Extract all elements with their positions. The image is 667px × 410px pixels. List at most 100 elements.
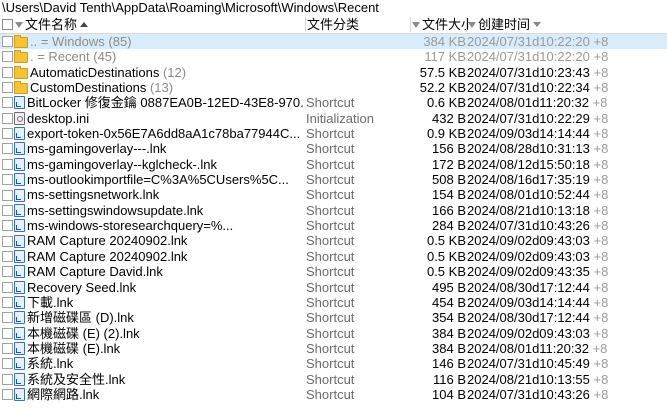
row-checkbox[interactable] (2, 189, 13, 201)
row-checkbox[interactable] (2, 220, 13, 232)
shortcut-file-icon (14, 387, 25, 401)
row-checkbox[interactable] (2, 82, 13, 94)
row-checkbox[interactable] (2, 296, 13, 308)
row-checkbox[interactable] (2, 97, 13, 109)
file-type: Shortcut (306, 126, 355, 142)
select-all-checkbox[interactable] (2, 19, 13, 31)
file-size: 432 B (432, 110, 466, 126)
file-name-cell: RAM Capture David.lnk (2, 264, 304, 279)
file-row[interactable]: ms-settingsnetwork.lnk Shortcut 154 B 2024/… (0, 187, 667, 202)
file-row[interactable]: export-token-0x56E7A6dd8aA1c78ba77944C..… (0, 126, 667, 141)
file-row[interactable]: ms-gamingoverlay---.lnk Shortcut 156 B 2024… (0, 141, 667, 156)
timezone-offset: +8 (593, 294, 609, 310)
column-type-header[interactable]: 文件分类 (307, 16, 409, 33)
created-time-cell: 2024/07/31d10:43:26 +8 (467, 218, 667, 233)
file-name-cell: 網際網路.lnk (2, 387, 304, 402)
row-checkbox[interactable] (2, 143, 13, 155)
file-row[interactable]: ms-outlookimportfile=C%3A%5CUsers%5C... S… (0, 172, 667, 187)
timezone-offset: +8 (593, 248, 609, 264)
row-checkbox[interactable] (2, 312, 13, 324)
created-time: 2024/08/01d10:52:44 (467, 187, 590, 203)
filter-icon[interactable] (468, 21, 476, 28)
timezone-offset: +8 (593, 110, 609, 126)
file-row[interactable]: AutomaticDestinations (12) 57.5 KB 2024/07… (0, 65, 667, 80)
file-size: 384 KB (423, 34, 466, 49)
file-name-cell: desktop.ini (2, 111, 304, 126)
timezone-offset: +8 (593, 126, 609, 142)
shortcut-file-icon (14, 157, 25, 171)
row-checkbox[interactable] (2, 327, 13, 339)
file-type: Shortcut (306, 233, 355, 249)
file-type: Shortcut (306, 141, 355, 157)
file-row[interactable]: 系統及安全性.lnk Shortcut 116 B 2024/08/21d10:13:… (0, 372, 667, 387)
row-checkbox[interactable] (2, 266, 13, 278)
file-name: . = Recent (30, 49, 90, 65)
column-divider[interactable] (305, 17, 306, 32)
path-bar[interactable]: \Users\David Tenth\AppData\Roaming\Micro… (0, 0, 667, 16)
file-size: 146 B (432, 356, 466, 372)
file-name: 下載.lnk (27, 294, 74, 310)
file-size: 104 B (432, 386, 466, 402)
row-checkbox[interactable] (2, 235, 13, 247)
row-checkbox[interactable] (2, 281, 13, 293)
file-row[interactable]: ms-windows-storesearchquery=%... Shortcut… (0, 218, 667, 233)
column-name-header[interactable]: 文件名称 (2, 16, 304, 33)
filter-icon[interactable] (412, 21, 420, 28)
file-row[interactable]: Recovery Seed.lnk Shortcut 495 B 2024/08/30… (0, 280, 667, 295)
row-checkbox[interactable] (2, 158, 13, 170)
file-name: desktop.ini (27, 110, 90, 126)
file-row[interactable]: ms-gamingoverlay--kglcheck-.lnk Shortcut 1… (0, 157, 667, 172)
file-row[interactable]: 網際網路.lnk Shortcut 104 B 2024/07/31d10:43:26… (0, 387, 667, 402)
file-name: 系統及安全性.lnk (27, 371, 126, 387)
created-time-cell: 2024/08/16d17:35:19 +8 (467, 172, 667, 187)
file-name: 本機磁碟 (E).lnk (27, 340, 121, 356)
file-row[interactable]: RAM Capture 20240902.lnk Shortcut 0.5 KB 20… (0, 249, 667, 264)
row-checkbox[interactable] (2, 250, 13, 262)
row-checkbox[interactable] (2, 51, 13, 63)
column-size-header[interactable]: 文件大小 (411, 16, 469, 33)
file-row[interactable]: 本機磁碟 (E).lnk Shortcut 384 B 2024/08/01d11:2… (0, 341, 667, 356)
file-type: Shortcut (306, 340, 355, 356)
created-time-cell: 2024/08/12d15:50:18 +8 (467, 157, 667, 172)
row-checkbox[interactable] (2, 66, 13, 78)
row-checkbox[interactable] (2, 358, 13, 370)
file-row[interactable]: RAM Capture David.lnk Shortcut 0.5 KB 2024/… (0, 264, 667, 279)
timezone-offset: +8 (593, 310, 609, 326)
created-time: 2024/08/30d17:12:44 (467, 279, 590, 295)
file-row[interactable]: RAM Capture 20240902.lnk Shortcut 0.5 KB 20… (0, 233, 667, 248)
file-size: 52.2 KB (419, 80, 466, 96)
file-row[interactable]: BitLocker 修復金鑰 0887EA0B-12ED-43E8-970...… (0, 95, 667, 110)
file-size: 156 B (432, 141, 466, 157)
created-time: 2024/09/02d09:43:03 (467, 233, 590, 249)
row-checkbox[interactable] (2, 373, 13, 385)
row-checkbox[interactable] (2, 342, 13, 354)
filter-icon[interactable] (15, 21, 23, 28)
file-type: Shortcut (306, 95, 355, 111)
file-size: 0.5 KB (426, 248, 466, 264)
row-checkbox[interactable] (2, 204, 13, 216)
row-checkbox[interactable] (2, 128, 13, 140)
file-type: Shortcut (306, 356, 355, 372)
row-checkbox[interactable] (2, 112, 13, 124)
row-checkbox[interactable] (2, 36, 13, 48)
file-type: Shortcut (306, 218, 355, 234)
timezone-offset: +8 (593, 356, 609, 372)
file-row[interactable]: .. = Windows (85) 384 KB 2024/07/31d10:22:… (0, 34, 667, 50)
column-date-header[interactable]: 创建时间 (467, 16, 587, 33)
created-time-cell: 2024/07/31d10:22:29 +8 (467, 111, 667, 126)
file-row[interactable]: CustomDestinations (13) 52.2 KB 2024/07/31… (0, 80, 667, 95)
created-time: 2024/08/16d17:35:19 (467, 172, 590, 188)
file-row[interactable]: 系統.lnk Shortcut 146 B 2024/07/31d10:45:49 +… (0, 356, 667, 371)
row-checkbox[interactable] (2, 174, 13, 186)
file-row[interactable]: 新增磁碟區 (D).lnk Shortcut 354 B 2024/08/30d17:… (0, 310, 667, 325)
file-size: 284 B (432, 218, 466, 234)
file-row[interactable]: ms-settingswindowsupdate.lnk Shortcut 166 … (0, 203, 667, 218)
file-name-cell: CustomDestinations (13) (2, 80, 304, 95)
file-row[interactable]: . = Recent (45) 117 KB 2024/07/31d10:22:20… (0, 49, 667, 64)
file-row[interactable]: 本機磁碟 (E) (2).lnk Shortcut 384 B 2024/09/02d… (0, 326, 667, 341)
file-row[interactable]: desktop.ini Initialization 432 B 2024/07/31… (0, 111, 667, 126)
row-checkbox[interactable] (2, 388, 13, 400)
column-type-label: 文件分类 (307, 17, 360, 32)
file-row[interactable]: 下載.lnk Shortcut 454 B 2024/09/03d14:14:44 +… (0, 295, 667, 310)
created-time: 2024/08/21d10:13:18 (467, 202, 590, 218)
